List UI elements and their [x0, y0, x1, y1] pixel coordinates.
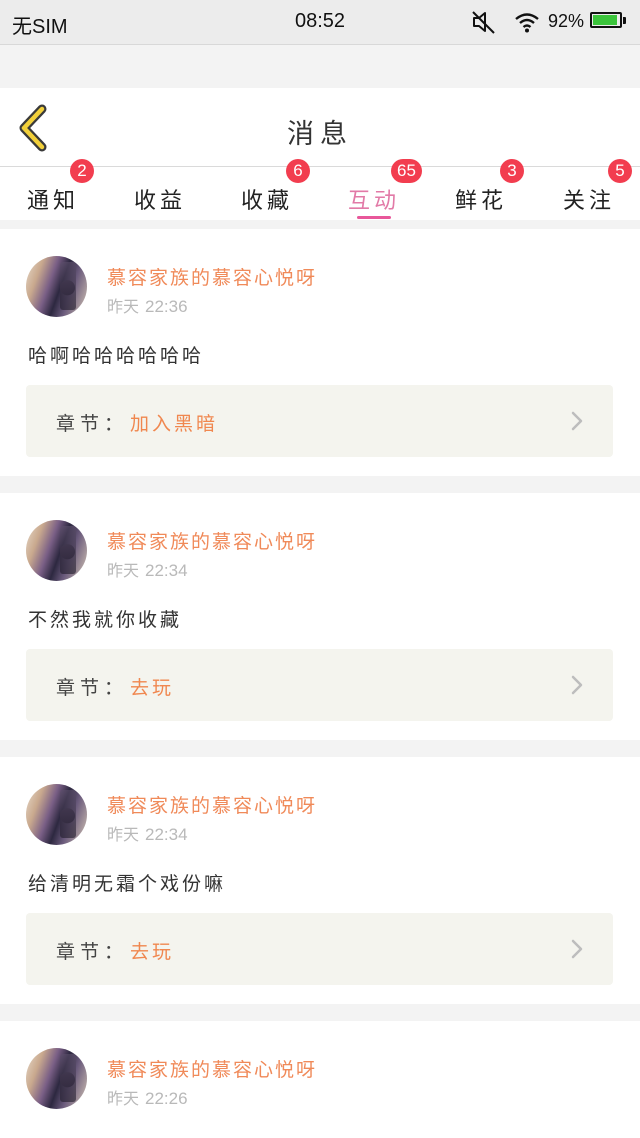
tab-label: 互动 [347, 189, 400, 214]
message-card: 慕容家族的慕容心悦呀 昨天 22:36 哈啊哈哈哈哈哈哈 章节： 加入黑暗 [0, 229, 640, 476]
username[interactable]: 慕容家族的慕容心悦呀 [107, 791, 317, 818]
tab-badge: 2 [70, 159, 94, 183]
battery-percent: 92% [548, 11, 585, 31]
tab-label: 收藏 [240, 189, 293, 214]
timestamp-day: 昨天 [107, 297, 140, 316]
timestamp-day: 昨天 [107, 561, 140, 580]
timestamp-time: 22:26 [145, 1089, 188, 1108]
tab-earnings[interactable]: 收益 [129, 167, 191, 220]
timestamp-time: 22:34 [145, 561, 188, 580]
timestamp: 昨天 22:34 [107, 557, 188, 581]
chapter-link[interactable]: 章节： 加入黑暗 [26, 385, 613, 457]
chapter-link[interactable]: 章节： 去玩 [26, 649, 613, 721]
chapter-name: 去玩 [130, 677, 175, 699]
tab-badge: 65 [391, 159, 422, 183]
tab-notifications[interactable]: 通知 2 [22, 159, 94, 220]
chevron-right-icon [571, 675, 583, 695]
chapter-label: 章节： [56, 941, 129, 963]
tab-badge: 3 [500, 159, 524, 183]
avatar[interactable] [26, 1048, 87, 1109]
timestamp-day: 昨天 [107, 825, 140, 844]
chapter-name: 去玩 [130, 941, 175, 963]
tab-label: 鲜花 [454, 189, 507, 214]
battery-level-fill [593, 15, 617, 25]
message-card: 慕容家族的慕容心悦呀 昨天 22:34 给清明无霜个戏份嘛 章节： 去玩 [0, 757, 640, 1004]
message-card: 慕容家族的慕容心悦呀 昨天 22:34 不然我就你收藏 章节： 去玩 [0, 493, 640, 740]
nav-header: 消息 [0, 88, 640, 167]
timestamp-time: 22:34 [145, 825, 188, 844]
timestamp-time: 22:36 [145, 297, 188, 316]
tab-bar: 通知 2 收益 收藏 6 互动 65 鲜花 3 关注 5 [0, 159, 640, 220]
tab-flowers[interactable]: 鲜花 3 [450, 159, 524, 220]
tab-follows[interactable]: 关注 5 [558, 159, 632, 220]
status-bar: 无SIM 08:52 92% [0, 0, 640, 45]
username[interactable]: 慕容家族的慕容心悦呀 [107, 527, 317, 554]
page-title: 消息 [287, 119, 353, 150]
timestamp-day: 昨天 [107, 1089, 140, 1108]
timestamp: 昨天 22:34 [107, 821, 188, 845]
chevron-right-icon [571, 411, 583, 431]
battery-tip [623, 17, 626, 24]
username[interactable]: 慕容家族的慕容心悦呀 [107, 263, 317, 290]
battery-icon [590, 12, 622, 28]
tab-label: 收益 [133, 189, 186, 214]
chevron-right-icon [571, 939, 583, 959]
tab-label: 通知 [26, 189, 79, 214]
tab-label: 关注 [562, 189, 615, 214]
clock: 08:52 [294, 10, 346, 32]
timestamp: 昨天 22:36 [107, 293, 188, 317]
tab-badge: 5 [608, 159, 632, 183]
tab-interaction[interactable]: 互动 65 [343, 159, 422, 220]
avatar[interactable] [26, 520, 87, 581]
chapter-link[interactable]: 章节： 去玩 [26, 913, 613, 985]
comment-text: 不然我就你收藏 [28, 609, 183, 631]
mute-icon [472, 11, 495, 34]
comment-text: 哈啊哈哈哈哈哈哈 [28, 345, 205, 367]
avatar[interactable] [26, 256, 87, 317]
timestamp: 昨天 22:26 [107, 1085, 188, 1109]
wifi-icon [515, 13, 539, 33]
comment-text: 给清明无霜个戏份嘛 [28, 873, 227, 895]
chapter-label: 章节： [56, 677, 129, 699]
chapter-label: 章节： [56, 413, 129, 435]
tab-badge: 6 [286, 159, 310, 183]
username[interactable]: 慕容家族的慕容心悦呀 [107, 1055, 317, 1082]
message-card: 慕容家族的慕容心悦呀 昨天 22:26 [0, 1021, 640, 1138]
avatar[interactable] [26, 784, 87, 845]
chapter-name: 加入黑暗 [130, 413, 219, 435]
active-tab-indicator [357, 216, 391, 219]
tab-favorites[interactable]: 收藏 6 [236, 159, 310, 220]
